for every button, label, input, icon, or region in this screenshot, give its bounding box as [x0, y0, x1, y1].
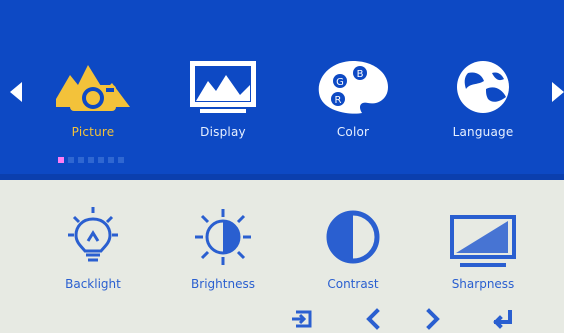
- page-dot: [58, 157, 64, 163]
- main-menu: Picture Display B G R Color Language: [38, 55, 538, 155]
- sub-item-brightness[interactable]: Brightness: [168, 205, 278, 300]
- color-b-letter: B: [357, 69, 364, 80]
- page-dot: [68, 157, 74, 163]
- menu-item-display[interactable]: Display: [168, 55, 278, 155]
- scroll-left-arrow[interactable]: [10, 82, 22, 102]
- sub-item-sharpness[interactable]: Sharpness: [428, 205, 538, 300]
- page-dot: [108, 157, 114, 163]
- page-dot: [78, 157, 84, 163]
- menu-item-label: Picture: [71, 125, 115, 139]
- contrast-icon: [326, 210, 380, 264]
- sub-item-label: Sharpness: [451, 277, 515, 291]
- menu-item-label: Display: [200, 125, 246, 139]
- sub-item-label: Contrast: [327, 277, 379, 291]
- brightness-icon: [195, 209, 251, 265]
- menu-item-label: Language: [452, 125, 514, 139]
- left-icon[interactable]: [360, 308, 386, 330]
- page-dot: [98, 157, 104, 163]
- language-icon: [457, 61, 509, 113]
- menu-item-language[interactable]: Language: [428, 55, 538, 155]
- color-r-letter: R: [335, 95, 342, 106]
- menu-item-picture[interactable]: Picture: [38, 55, 148, 155]
- right-icon[interactable]: [420, 308, 446, 330]
- sub-item-label: Backlight: [65, 277, 121, 291]
- sub-item-backlight[interactable]: Backlight: [38, 205, 148, 300]
- picture-icon: [56, 65, 130, 111]
- color-g-letter: G: [336, 77, 344, 88]
- menu-item-label: Color: [336, 125, 370, 139]
- navigation-bar: [290, 308, 530, 330]
- backlight-icon: [68, 207, 118, 262]
- color-icon: B G R: [318, 61, 388, 114]
- page-dot: [118, 157, 124, 163]
- osd-menu-screen: Picture Display B G R Color Language Bac…: [0, 0, 564, 333]
- page-dot: [88, 157, 94, 163]
- sharpness-icon: [450, 215, 516, 267]
- sub-item-label: Brightness: [191, 277, 255, 291]
- display-icon: [190, 61, 256, 113]
- enter-icon[interactable]: [490, 308, 516, 330]
- sub-menu: Backlight Brightness Contrast Sharpness: [38, 205, 538, 300]
- scroll-right-arrow[interactable]: [552, 82, 564, 102]
- menu-item-color[interactable]: B G R Color: [298, 55, 408, 155]
- sub-item-contrast[interactable]: Contrast: [298, 205, 408, 300]
- exit-icon[interactable]: [290, 308, 316, 330]
